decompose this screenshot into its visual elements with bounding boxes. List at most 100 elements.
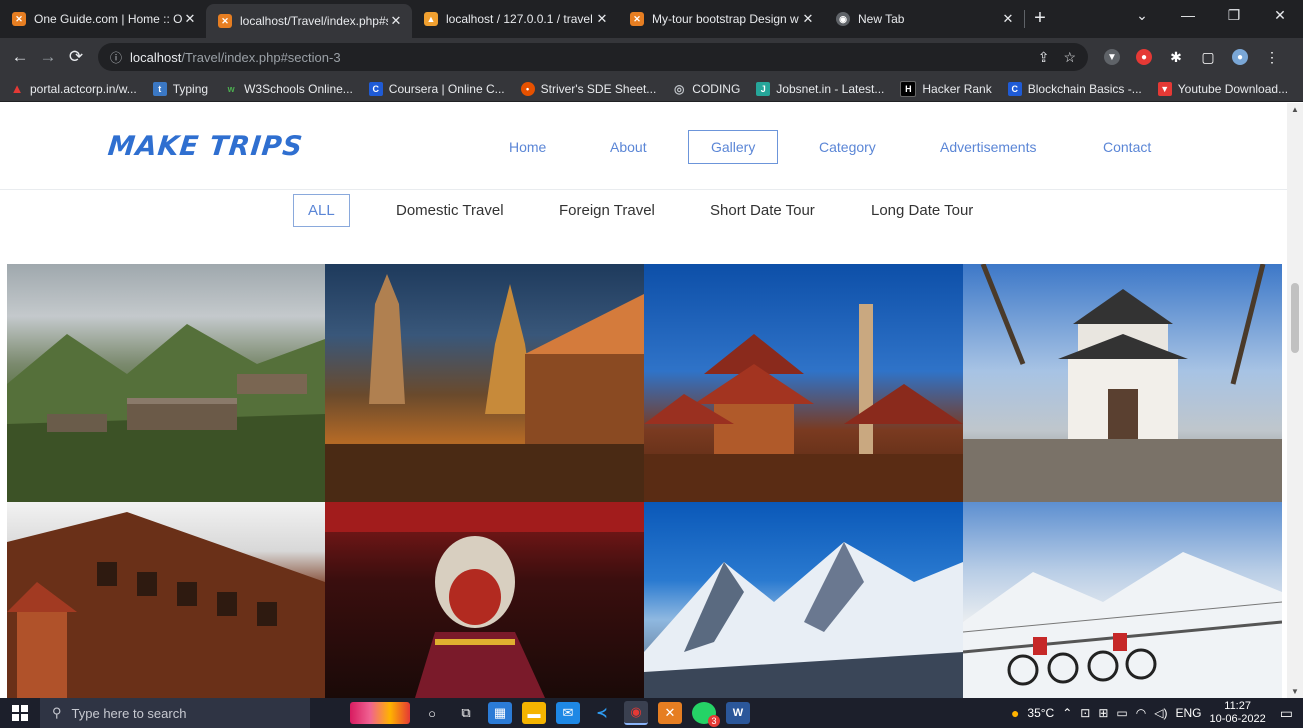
browser-tab-3[interactable]: ▲ localhost / 127.0.0.1 / travel / ✕ [412, 4, 618, 34]
bookmark-item[interactable]: w W3Schools Online... [224, 82, 353, 96]
tulips-widget-icon[interactable] [350, 702, 410, 724]
tab-search-icon[interactable]: ⌄ [1119, 7, 1165, 24]
tray-chevron-up-icon[interactable]: ⌃ [1062, 706, 1072, 720]
file-explorer-icon[interactable]: ▬ [522, 702, 546, 724]
cortana-icon[interactable]: ○ [420, 702, 444, 724]
browser-tab-4[interactable]: ✕ My-tour bootstrap Design w ✕ [618, 4, 824, 34]
share-icon[interactable]: ⇪ [1038, 49, 1050, 66]
volume-icon[interactable]: ◁) [1154, 706, 1167, 720]
filter-all[interactable]: ALL [293, 194, 350, 227]
taskbar-clock[interactable]: 11:27 10-06-2022 [1209, 700, 1265, 726]
gallery-photo-mountain-village[interactable] [7, 264, 325, 502]
bookmark-item[interactable]: t Typing [152, 81, 208, 96]
scrollbar-thumb[interactable] [1291, 283, 1299, 353]
forward-icon[interactable]: → [34, 47, 62, 67]
bookmark-star-icon[interactable]: ☆ [1063, 49, 1076, 66]
clock-date: 10-06-2022 [1209, 713, 1266, 725]
bookmark-item[interactable]: ◎ CODING [672, 82, 740, 96]
notifications-icon[interactable]: ▭ [1280, 705, 1293, 722]
nav-contact[interactable]: Contact [1103, 139, 1151, 155]
scroll-up-icon[interactable]: ▲ [1287, 105, 1303, 114]
close-icon[interactable]: ✕ [388, 13, 404, 29]
extensions-puzzle-icon[interactable]: ✱ [1168, 49, 1184, 65]
gallery-photo-masked-dancer[interactable] [325, 502, 644, 698]
close-icon[interactable]: ✕ [182, 11, 198, 27]
site-navbar: MAKE TRIPS Home About Gallery Category A… [0, 103, 1287, 190]
nav-about[interactable]: About [610, 139, 647, 155]
address-bar[interactable]: ⓘ localhost/Travel/index.php#section-3 ⇪… [98, 43, 1088, 71]
gallery-photo-bridge-cyclists[interactable] [963, 502, 1282, 698]
restore-icon[interactable]: ❐ [1211, 7, 1257, 24]
filter-short-date-tour[interactable]: Short Date Tour [710, 202, 815, 219]
bookmark-item[interactable]: C Blockchain Basics -... [1007, 81, 1142, 96]
bookmark-item[interactable]: ▼ Youtube Download... [1157, 81, 1288, 96]
close-icon[interactable]: ✕ [800, 11, 816, 27]
browser-tab-5[interactable]: ◉ New Tab ✕ [824, 4, 1024, 34]
taskbar-search-input[interactable]: ⚲ Type here to search [40, 698, 310, 728]
search-icon: ⚲ [52, 705, 62, 720]
bookmark-item[interactable]: C Coursera | Online C... [368, 81, 505, 96]
nav-advertisements[interactable]: Advertisements [940, 139, 1036, 155]
nav-home[interactable]: Home [509, 139, 546, 155]
wifi-icon[interactable]: ◠ [1136, 706, 1146, 720]
bookmark-favicon-icon: w [227, 83, 235, 94]
sidepanel-icon[interactable]: ▢ [1200, 49, 1216, 65]
bookmark-item[interactable]: J Jobsnet.in - Latest... [756, 81, 884, 96]
bookmarks-bar: ▲ portal.actcorp.in/w... t Typing w W3Schoo… [0, 76, 1303, 102]
nav-gallery[interactable]: Gallery [688, 130, 779, 164]
browser-tab-2[interactable]: ✕ localhost/Travel/index.php#s ✕ [206, 4, 412, 38]
back-icon[interactable]: ← [6, 47, 34, 67]
shield-icon[interactable]: ▼ [1104, 49, 1120, 65]
new-tab-button[interactable]: + [1025, 7, 1055, 30]
bookmark-favicon-icon: ▲ [10, 81, 24, 96]
temple-illustration [644, 304, 963, 502]
minimize-icon[interactable]: — [1165, 7, 1211, 23]
gallery-photo-white-temple[interactable] [963, 264, 1282, 502]
site-logo[interactable]: MAKE TRIPS [106, 131, 304, 162]
task-view-icon[interactable]: ⧉ [454, 702, 478, 724]
language-indicator[interactable]: ENG [1175, 706, 1201, 720]
adblock-icon[interactable]: ● [1136, 49, 1152, 65]
bookmark-item[interactable]: • Striver's SDE Sheet... [520, 81, 656, 96]
browser-tab-1[interactable]: ✕ One Guide.com | Home :: On ✕ [0, 4, 206, 34]
windows-start-icon[interactable] [0, 705, 40, 721]
nav-category[interactable]: Category [819, 139, 876, 155]
close-icon[interactable]: ✕ [594, 11, 610, 27]
filter-domestic-travel[interactable]: Domestic Travel [396, 202, 504, 219]
windows-taskbar: ⚲ Type here to search ○ ⧉ ▦ ▬ ✉ ≺ ◉ ✕ 3 … [0, 698, 1303, 728]
store-icon[interactable]: ▦ [488, 702, 512, 724]
filter-long-date-tour[interactable]: Long Date Tour [871, 202, 973, 219]
battery-icon[interactable]: ▭ [1116, 706, 1127, 720]
weather-sun-icon[interactable]: ● [1011, 705, 1019, 721]
whatsapp-icon[interactable]: 3 [692, 702, 720, 727]
xampp-icon[interactable]: ✕ [658, 702, 682, 724]
mail-icon[interactable]: ✉ [556, 702, 580, 724]
window-close-icon[interactable]: ✕ [1257, 7, 1303, 24]
gallery-grid [7, 264, 1282, 698]
close-icon[interactable]: ✕ [1000, 11, 1016, 27]
avatar[interactable]: ● [1232, 49, 1248, 65]
chrome-icon[interactable]: ◉ [624, 701, 648, 725]
scroll-down-icon[interactable]: ▼ [1287, 687, 1303, 696]
vscode-icon[interactable]: ≺ [590, 702, 614, 724]
gallery-photo-stupa-dusk[interactable] [325, 264, 644, 502]
search-placeholder: Type here to search [71, 705, 187, 721]
bookmark-item[interactable]: H Hacker Rank [900, 80, 992, 97]
reload-icon[interactable]: ⟳ [62, 47, 90, 67]
gallery-photo-durbar-temples[interactable] [644, 264, 963, 502]
bookmark-favicon-icon: C [368, 81, 383, 96]
url-path: /Travel/index.php#section-3 [181, 49, 341, 65]
menu-kebab-icon[interactable]: ⋮ [1264, 49, 1280, 65]
gallery-photo-snowy-everest[interactable] [644, 502, 963, 698]
page-scrollbar[interactable]: ▲ ▼ [1287, 103, 1303, 698]
gallery-photo-pagoda-palace[interactable] [7, 502, 325, 698]
weather-temp[interactable]: 35°C [1027, 706, 1054, 720]
word-icon[interactable]: W [726, 702, 750, 724]
extension-bar: ▼ ● ✱ ▢ ● ⋮ [1104, 49, 1280, 65]
bookmark-item[interactable]: ▲ portal.actcorp.in/w... [10, 81, 137, 96]
tray-meet-icon[interactable]: ⊞ [1098, 706, 1108, 720]
url-host: localhost [130, 49, 182, 65]
tray-app-icon[interactable]: ⊡ [1080, 706, 1090, 720]
site-info-icon[interactable]: ⓘ [110, 49, 122, 66]
filter-foreign-travel[interactable]: Foreign Travel [559, 202, 655, 219]
